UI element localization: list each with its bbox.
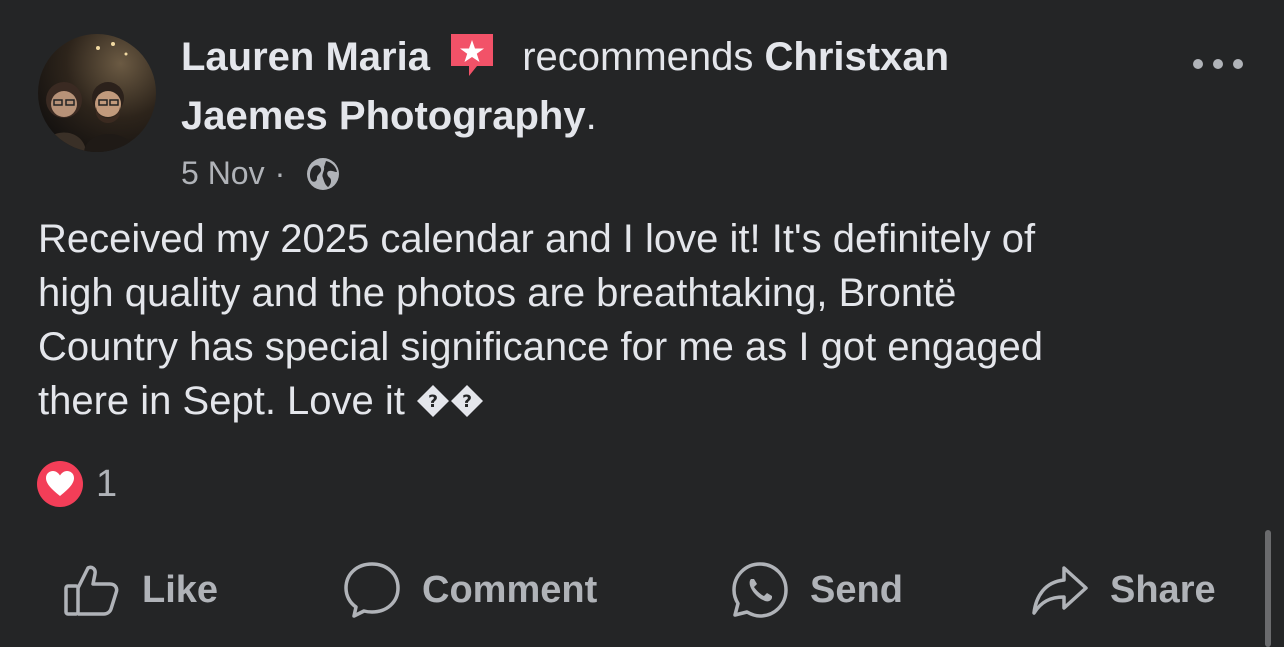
scrollbar[interactable]	[1265, 530, 1271, 647]
post-meta: 5 Nov ·	[181, 151, 342, 195]
like-label: Like	[142, 568, 219, 611]
unknown-emoji-icon: ?	[451, 385, 484, 417]
post-date[interactable]: 5 Nov	[181, 155, 265, 191]
whatsapp-icon	[732, 562, 788, 618]
post-text-line-last: there in Sept. Love it ? ?	[38, 374, 1228, 428]
comment-button[interactable]: Comment	[342, 550, 597, 630]
post-header-line2: Jaemes Photography.	[181, 87, 597, 145]
post-text-line: high quality and the photos are breathta…	[38, 271, 957, 315]
avatar-photo	[42, 42, 134, 152]
recommends-verb: recommends	[522, 35, 754, 79]
post-text-line: Received my 2025 calendar and I love it!…	[38, 217, 1036, 261]
meta-separator: ·	[274, 155, 286, 191]
post-header: Lauren Maria recommends Christxan	[181, 28, 949, 86]
action-bar: Like Comment Send Share	[0, 550, 1284, 630]
thumbs-up-icon	[64, 565, 119, 616]
globe-icon	[307, 158, 340, 190]
send-button[interactable]: Send	[730, 550, 903, 630]
post-text: Received my 2025 calendar and I love it!…	[38, 212, 1228, 428]
page-name-link[interactable]: Christxan	[765, 35, 950, 79]
svg-text:?: ?	[462, 392, 472, 412]
like-button[interactable]: Like	[62, 550, 218, 630]
post-text-line: there in Sept. Love it	[38, 379, 405, 423]
share-label: Share	[1110, 568, 1216, 611]
svg-text:?: ?	[428, 392, 438, 412]
share-button[interactable]: Share	[1030, 550, 1216, 630]
avatar[interactable]	[38, 34, 156, 152]
reaction-count: 1	[96, 462, 118, 505]
header-period: .	[585, 94, 597, 138]
comment-bubble-icon	[344, 562, 400, 618]
reaction-summary[interactable]: 1	[36, 459, 117, 509]
love-reaction-icon	[37, 461, 83, 507]
post-text-line: Country has special significance for me …	[38, 325, 1044, 369]
recommendation-star-badge-icon	[451, 34, 494, 76]
page-name-link-continued[interactable]: Jaemes Photography	[181, 94, 586, 138]
comment-label: Comment	[422, 568, 598, 611]
more-options-icon[interactable]	[1190, 44, 1246, 84]
share-arrow-icon	[1032, 566, 1088, 615]
author-name[interactable]: Lauren Maria	[181, 35, 430, 79]
send-label: Send	[810, 568, 903, 611]
unknown-emoji-icon: ?	[417, 385, 450, 417]
